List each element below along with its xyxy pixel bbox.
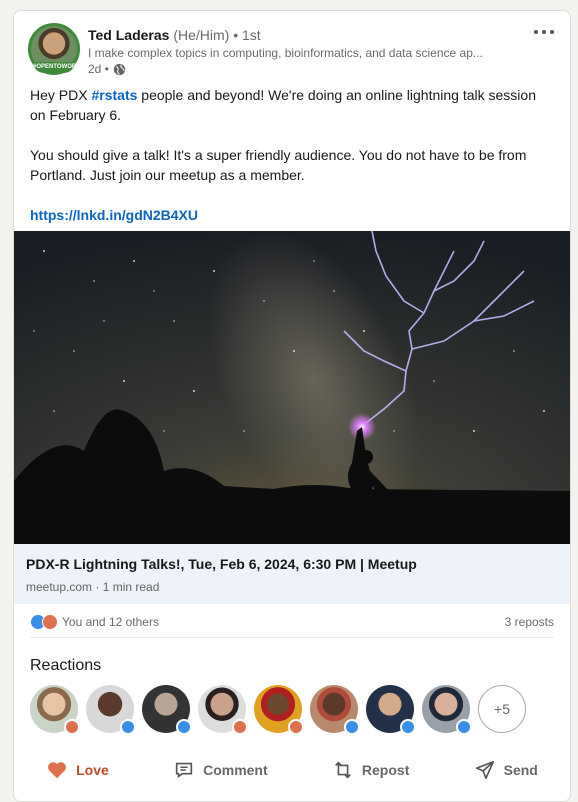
like-badge-icon	[456, 719, 472, 735]
reactor-avatars: +5	[30, 685, 526, 735]
send-label: Send	[503, 762, 538, 778]
send-button[interactable]: Send	[464, 753, 548, 787]
post-image[interactable]	[14, 231, 570, 544]
author-headline: I make complex topics in computing, bioi…	[88, 46, 483, 60]
globe-icon	[113, 63, 126, 75]
love-label: Love	[76, 762, 109, 778]
reactor-avatar[interactable]	[254, 685, 304, 735]
post-paragraph-2: You should give a talk! It's a super fri…	[30, 147, 527, 183]
post-paragraph-1: Hey PDX #rstats people and beyond! We're…	[30, 87, 536, 123]
more-reactors-button[interactable]: +5	[478, 685, 526, 733]
reactor-avatar[interactable]	[366, 685, 416, 735]
post-time: 2d •	[88, 62, 109, 76]
connection-degree: • 1st	[233, 27, 261, 43]
post-text: Hey PDX #rstats people and beyond! We're…	[30, 85, 550, 225]
like-badge-icon	[344, 719, 360, 735]
link-preview-title[interactable]: PDX-R Lightning Talks!, Tue, Feb 6, 2024…	[26, 556, 417, 572]
post-link[interactable]: https://lnkd.in/gdN2B4XU	[30, 207, 198, 223]
more-options-icon[interactable]	[532, 25, 556, 39]
link-preview[interactable]: PDX-R Lightning Talks!, Tue, Feb 6, 2024…	[14, 544, 570, 604]
reactions-count[interactable]: You and 12 others	[62, 615, 159, 629]
love-badge-icon	[64, 719, 80, 735]
like-badge-icon	[120, 719, 136, 735]
love-badge-icon	[232, 719, 248, 735]
reactor-avatar[interactable]	[30, 685, 80, 735]
open-to-work-badge: #OPENTOWORK	[33, 62, 81, 73]
repost-label: Repost	[361, 762, 410, 778]
comment-icon	[175, 762, 193, 779]
send-icon	[475, 760, 494, 780]
author-line: Ted Laderas (He/Him) • 1st	[88, 27, 261, 43]
hashtag-link[interactable]: #rstats	[91, 87, 137, 103]
reactor-avatar[interactable]	[422, 685, 472, 735]
comment-label: Comment	[203, 762, 268, 778]
reactor-avatar[interactable]	[142, 685, 192, 735]
link-preview-source: meetup.com · 1 min read	[26, 580, 160, 594]
author-avatar[interactable]: #OPENTOWORK	[28, 23, 81, 75]
heart-icon	[48, 762, 67, 779]
reactor-avatar[interactable]	[310, 685, 360, 735]
reactor-avatar[interactable]	[198, 685, 248, 735]
reactions-heading: Reactions	[30, 657, 102, 674]
reposts-count[interactable]: 3 reposts	[505, 615, 554, 629]
reactor-avatar[interactable]	[86, 685, 136, 735]
repost-icon	[334, 761, 351, 779]
comment-button[interactable]: Comment	[163, 753, 278, 787]
post-card: #OPENTOWORK Ted Laderas (He/Him) • 1st I…	[13, 10, 571, 802]
social-counts: You and 12 others 3 reposts	[30, 611, 554, 638]
like-badge-icon	[400, 719, 416, 735]
author-name[interactable]: Ted Laderas	[88, 27, 169, 43]
reaction-icons[interactable]	[30, 614, 58, 630]
love-button[interactable]: Love	[36, 753, 119, 787]
love-badge-icon	[288, 719, 304, 735]
post-meta: 2d •	[88, 62, 126, 76]
like-badge-icon	[176, 719, 192, 735]
repost-button[interactable]: Repost	[322, 753, 419, 787]
action-bar: Love Comment Repost Send	[14, 753, 570, 787]
night-sky-lightning-image	[14, 231, 570, 544]
author-pronouns: (He/Him)	[173, 27, 230, 43]
love-reaction-icon	[42, 614, 58, 630]
